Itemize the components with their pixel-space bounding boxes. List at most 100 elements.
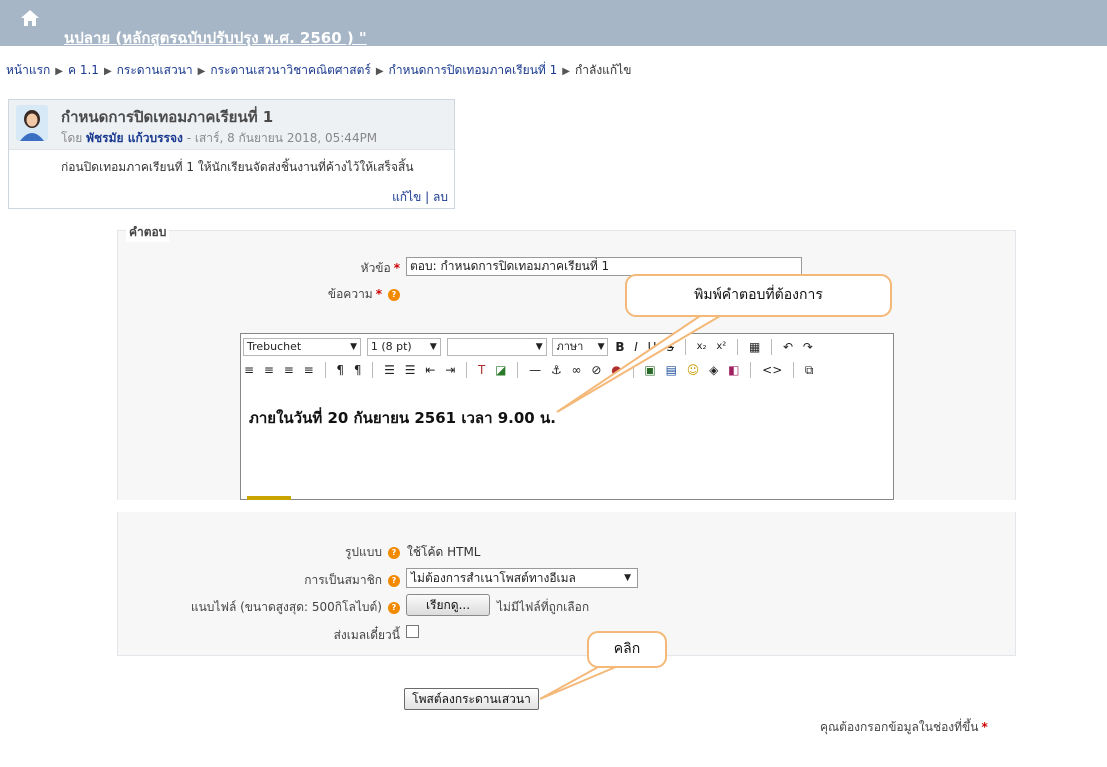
- ordered-list-icon[interactable]: ☰: [384, 361, 395, 379]
- breadcrumb-separator: ▶: [197, 66, 206, 77]
- breadcrumb-course[interactable]: ค 1.1: [68, 63, 99, 77]
- strikethrough-icon[interactable]: S: [666, 338, 674, 356]
- breadcrumb-current: กำลังแก้ไข: [574, 63, 632, 77]
- avatar-image: [16, 105, 48, 141]
- breadcrumb-discussion[interactable]: กำหนดการปิดเทอมภาคเรียนที่ 1: [389, 63, 558, 77]
- redo-icon[interactable]: ↷: [803, 338, 813, 356]
- required-mark: *: [393, 261, 400, 275]
- toolbar-divider: [750, 362, 752, 378]
- toolbar-divider: [737, 339, 739, 355]
- callout-click: คลิก: [587, 631, 667, 668]
- underline-icon[interactable]: U: [648, 338, 657, 356]
- language-select[interactable]: ภาษา ▼: [552, 338, 609, 356]
- unlink-icon[interactable]: ⊘: [591, 361, 601, 379]
- smiley-icon[interactable]: ☺: [687, 361, 700, 379]
- mail-now-checkbox[interactable]: [406, 625, 419, 638]
- required-mark: *: [375, 287, 382, 301]
- browse-button[interactable]: เรียกดู...: [406, 594, 490, 616]
- style-select[interactable]: ▼: [446, 338, 547, 356]
- font-size-select[interactable]: 1 (8 pt) ▼: [366, 338, 441, 356]
- course-title-link[interactable]: นปลาย (หลักสูตรฉบับปรับปรุง พ.ศ. 2560 ) …: [64, 26, 367, 50]
- message-label: ข้อความ *?: [240, 285, 400, 304]
- breadcrumb: หน้าแรก ▶ ค 1.1 ▶ กระดานเสวนา ▶ กระดานเสวนาวิช…: [6, 61, 631, 80]
- search-replace-icon[interactable]: ◧: [728, 361, 739, 379]
- justify-icon[interactable]: ≡: [304, 361, 314, 379]
- ltr-icon[interactable]: ¶: [336, 361, 344, 379]
- post-to-forum-button[interactable]: โพสต์ลงกระดานเสวนา: [404, 688, 539, 710]
- subscription-label: การเป็นสมาชิก?: [230, 571, 400, 590]
- indent-icon[interactable]: ⇥: [445, 361, 455, 379]
- subject-label: หัวข้อ *: [360, 261, 400, 275]
- toolbar-divider: [372, 362, 374, 378]
- bold-icon[interactable]: B: [615, 338, 624, 356]
- special-char-icon[interactable]: ◈: [709, 361, 718, 379]
- breadcrumb-separator: ▶: [562, 66, 570, 77]
- text-color-icon[interactable]: T: [478, 361, 485, 379]
- subscript-icon[interactable]: x₂: [697, 338, 707, 356]
- breadcrumb-home[interactable]: หน้าแรก: [6, 63, 50, 77]
- post-byline: โดย พัชรมัย แก้วบรรจง - เสาร์, 8 กันยายน…: [61, 129, 377, 148]
- font-family-select[interactable]: Trebuchet ▼: [243, 338, 361, 356]
- author-link[interactable]: พัชรมัย แก้วบรรจง: [86, 131, 183, 145]
- align-right-icon[interactable]: ≡: [284, 361, 294, 379]
- delete-link[interactable]: ลบ: [433, 190, 448, 204]
- horizontal-rule-icon[interactable]: —: [529, 361, 541, 379]
- clean-html-icon[interactable]: ▦: [749, 338, 760, 356]
- unordered-list-icon[interactable]: ☰: [405, 361, 416, 379]
- post-message: ก่อนปิดเทอมภาคเรียนที่ 1 ให้นักเรียนจัดส…: [61, 160, 414, 174]
- bg-color-icon[interactable]: ◪: [495, 361, 506, 379]
- help-icon[interactable]: ?: [388, 288, 400, 301]
- align-left-icon[interactable]: ≡: [244, 361, 254, 379]
- insert-image-icon[interactable]: ▣: [644, 361, 655, 379]
- toolbar-divider: [324, 362, 326, 378]
- breadcrumb-separator: ▶: [55, 66, 63, 77]
- nolink-icon[interactable]: ●: [611, 361, 621, 379]
- html-source-icon[interactable]: <>: [762, 361, 782, 379]
- help-icon[interactable]: ?: [388, 574, 400, 587]
- toolbar-divider: [771, 339, 773, 355]
- page-margin: [0, 500, 117, 767]
- toolbar-divider: [632, 362, 634, 378]
- breadcrumb-forums[interactable]: กระดานเสวนา: [117, 63, 193, 77]
- callout-type-answer: พิมพ์คำตอบที่ต้องการ: [625, 274, 892, 317]
- by-prefix: โดย: [61, 131, 83, 145]
- toolbar-divider: [466, 362, 468, 378]
- help-icon[interactable]: ?: [388, 601, 400, 614]
- insert-table-icon[interactable]: ▤: [666, 361, 677, 379]
- breadcrumb-separator: ▶: [375, 66, 384, 77]
- editor-content[interactable]: ภายในวันที่ 20 กันยายน 2561 เวลา 9.00 น.: [249, 406, 556, 430]
- home-icon[interactable]: [19, 7, 41, 29]
- rtl-icon[interactable]: ¶: [354, 361, 362, 379]
- action-separator: |: [425, 190, 430, 204]
- undo-icon[interactable]: ↶: [783, 338, 793, 356]
- toolbar-divider: [517, 362, 519, 378]
- post-subject: กำหนดการปิดเทอมภาคเรียนที่ 1: [61, 108, 274, 126]
- link-icon[interactable]: ∞: [572, 361, 582, 379]
- post-header: กำหนดการปิดเทอมภาคเรียนที่ 1 โดย พัชรมัย…: [9, 100, 454, 150]
- fullscreen-icon[interactable]: ⧉: [805, 361, 814, 379]
- anchor-icon[interactable]: ⚓: [551, 361, 562, 379]
- editor-toolbar-top: Trebuchet ▼ 1 (8 pt) ▼ ▼ ภาษา ▼ B I U S x₂ …: [241, 338, 893, 358]
- avatar[interactable]: [16, 105, 48, 141]
- forum-post: กำหนดการปิดเทอมภาคเรียนที่ 1 โดย พัชรมัย…: [8, 99, 455, 209]
- subscription-select[interactable]: ไม่ต้องการสำเนาโพสต์ทางอีเมล ▼: [406, 568, 638, 588]
- required-note: คุณต้องกรอกข้อมูลในช่องที่ขึ้น *: [820, 720, 988, 734]
- page-gap: [0, 500, 1107, 512]
- attachment-label: แนบไฟล์ (ขนาดสูงสุด: 500กิโลไบต์)?: [110, 598, 400, 617]
- help-icon[interactable]: ?: [388, 546, 400, 559]
- breadcrumb-separator: ▶: [103, 66, 112, 77]
- chevron-down-icon: ▼: [624, 573, 631, 583]
- italic-icon[interactable]: I: [634, 338, 638, 356]
- align-center-icon[interactable]: ≡: [264, 361, 274, 379]
- no-file-text: ไม่มีไฟล์ที่ถูกเลือก: [497, 600, 590, 614]
- required-mark: *: [981, 720, 988, 734]
- toolbar-divider: [793, 362, 795, 378]
- edit-link[interactable]: แก้ไข: [392, 190, 421, 204]
- reply-legend: คำตอบ: [126, 223, 170, 242]
- format-label: รูปแบบ?: [250, 543, 400, 562]
- superscript-icon[interactable]: x²: [716, 338, 726, 356]
- callout-click-pointer: [539, 665, 619, 700]
- mail-now-label: ส่งเมลเดี๋ยวนี้: [333, 628, 400, 642]
- breadcrumb-forum[interactable]: กระดานเสวนาวิชาคณิตศาสตร์: [210, 63, 371, 77]
- outdent-icon[interactable]: ⇤: [425, 361, 435, 379]
